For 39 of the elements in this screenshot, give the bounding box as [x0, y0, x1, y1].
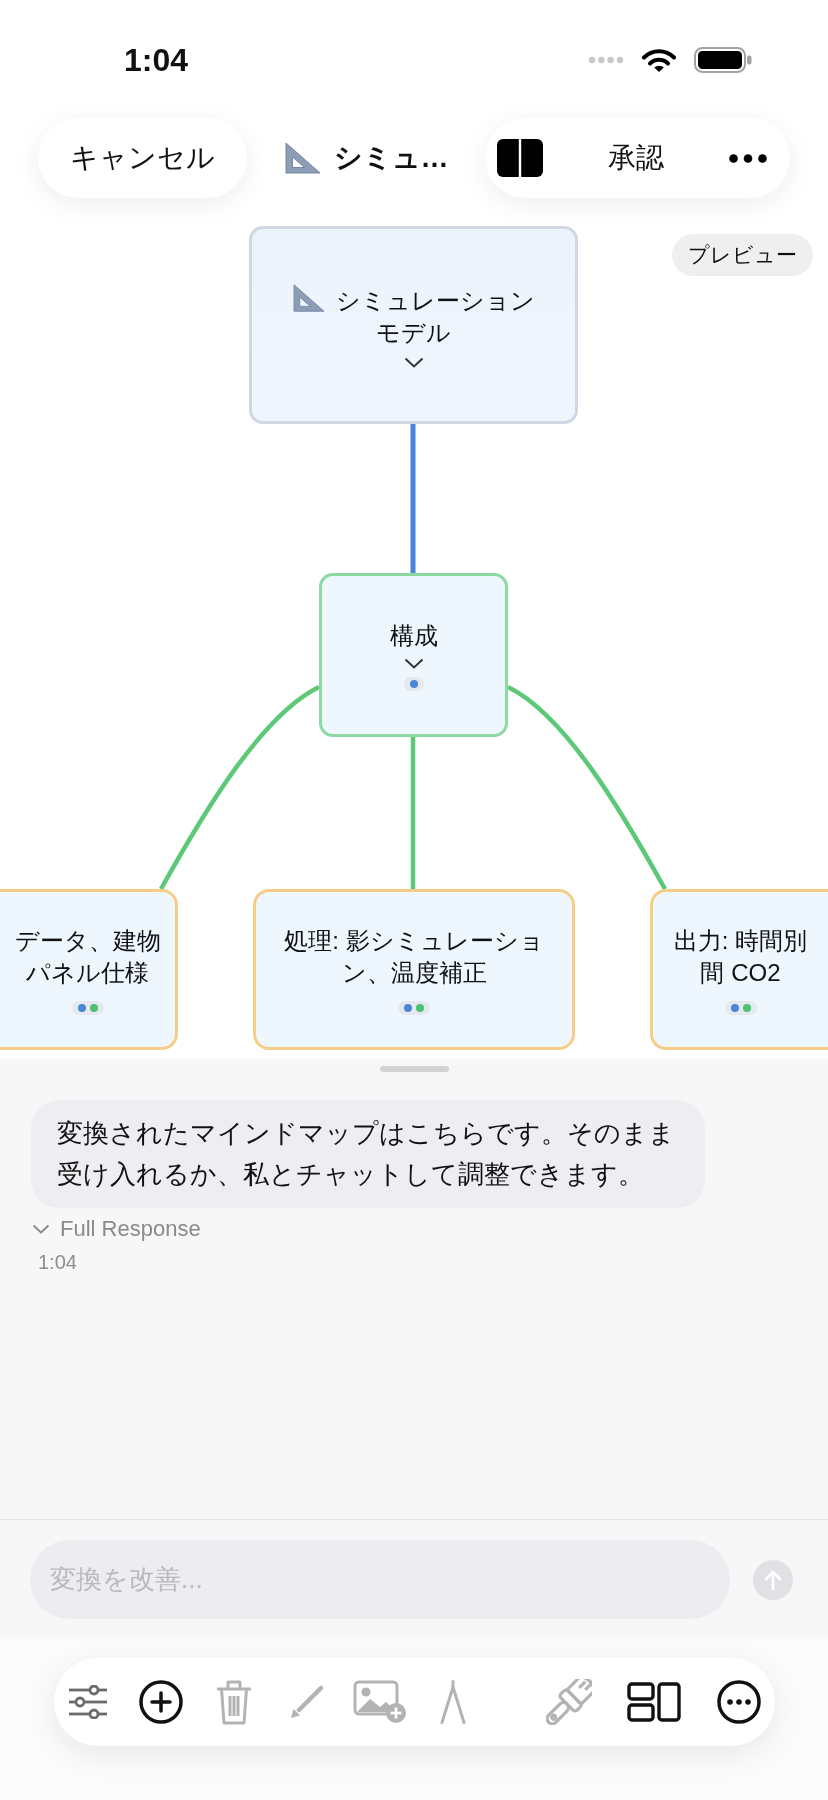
wifi-icon: [642, 47, 676, 73]
columns-icon: [497, 139, 543, 177]
status-time: 1:04: [124, 41, 189, 80]
mindmap-node[interactable]: 処理: 影シミュレーション、温度補正: [253, 889, 575, 1050]
approve-button[interactable]: 承認: [602, 131, 670, 185]
drag-handle[interactable]: [379, 1066, 449, 1072]
ellipsis-icon: [729, 153, 767, 163]
document-title: シミュ…: [333, 141, 449, 175]
signal-dots-icon: [588, 56, 624, 64]
sliders-icon: [68, 1685, 108, 1719]
mindmap-node[interactable]: 出力: 時間別 間 CO2: [650, 889, 828, 1050]
node-label: 処理: 影シミュレーション、温度補正: [283, 925, 545, 988]
node-label: 出力: 時間別: [673, 925, 808, 956]
node-label: データ、建物: [14, 925, 161, 956]
brush-icon: [546, 1679, 592, 1725]
arrow-up-icon: [764, 1569, 782, 1590]
node-label: シミュレーションモデル: [336, 286, 535, 346]
more-icon: [717, 1680, 761, 1724]
add-image-icon: [353, 1680, 407, 1724]
chevron-down-icon[interactable]: [403, 356, 424, 368]
message-time: 1:04: [38, 1250, 77, 1274]
mindmap-node[interactable]: データ、建物 パネル仕様: [0, 889, 178, 1050]
pencil-icon: [290, 1685, 324, 1719]
message-text: 変換されたマインドマップはこちらです。そのまま受け入れるか、私とチャットして調整できます。: [57, 1117, 676, 1191]
plus-circle-icon: [139, 1680, 183, 1724]
layout-icon: [627, 1682, 681, 1722]
mindmap-node[interactable]: 構成: [319, 573, 508, 737]
node-label: 間 CO2: [700, 957, 781, 988]
chevron-down-icon[interactable]: [403, 657, 424, 669]
compass-icon: [439, 1680, 467, 1724]
battery-icon: [694, 47, 752, 73]
mindmap-node[interactable]: シミュレーションモデル: [249, 226, 578, 424]
cancel-button[interactable]: キャンセル: [38, 118, 247, 198]
chevron-down-icon: [32, 1224, 50, 1234]
node-label: 構成: [389, 620, 438, 651]
node-label: パネル仕様: [26, 957, 149, 988]
preview-label: プレビュー: [672, 234, 813, 276]
panel-toggle-button[interactable]: [494, 136, 546, 180]
trash-icon: [215, 1679, 253, 1725]
